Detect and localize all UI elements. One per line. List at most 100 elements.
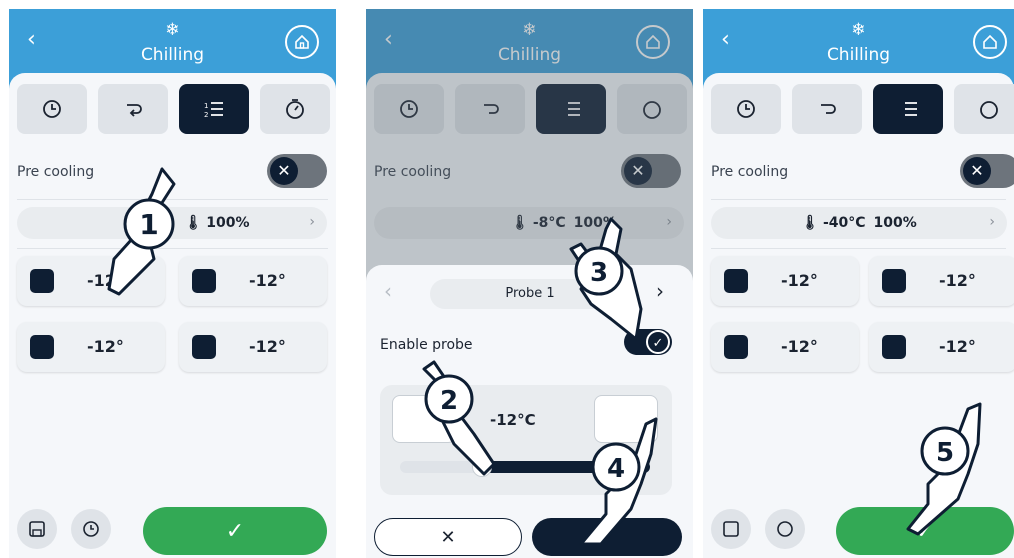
precooling-label: Pre cooling (711, 164, 789, 180)
home-button[interactable] (973, 25, 1007, 59)
fan-speed: 100% (873, 215, 917, 231)
setpoint-temp: -40°C (822, 215, 866, 231)
tab-phase[interactable] (98, 84, 168, 134)
probe-setpoint-box: -12°C (380, 385, 672, 495)
probe-3-icon (30, 335, 54, 359)
probe-value: -12° (781, 271, 818, 290)
probe-2-icon (192, 269, 216, 293)
probe-value: -12° (249, 271, 286, 290)
probe-4-icon (192, 335, 216, 359)
probe-value: -12° (939, 271, 976, 290)
home-button[interactable] (285, 25, 319, 59)
chevron-right-icon: › (989, 214, 995, 230)
content-sheet (9, 73, 336, 558)
phase-icon (127, 104, 142, 117)
save-icon (29, 521, 45, 537)
home-icon (983, 34, 997, 49)
history-button[interactable] (71, 509, 111, 549)
phase-icon (821, 104, 836, 114)
chevron-right-icon[interactable]: › (656, 279, 664, 303)
probe-value: -12° (249, 337, 286, 356)
probe-3-icon (724, 335, 748, 359)
probe-1-icon (724, 269, 748, 293)
content-sheet (703, 73, 1014, 558)
svg-text:1: 1 (204, 102, 208, 110)
probe-card-3[interactable]: -12° (17, 322, 165, 372)
thermometer-icon: 🌡 (184, 215, 203, 231)
probe-value: -12° (87, 337, 124, 356)
screen-3: ‹ ❄ Chilling Pre cooling ✕ 🌡 -40°C 100% … (703, 9, 1014, 558)
screen-1: ‹ ❄ Chilling 12 Pre cooling ✕ 🌡 100% › -… (9, 9, 336, 558)
tab-timer[interactable] (954, 84, 1014, 134)
page-title: Chilling (826, 45, 891, 65)
probe-modal: ‹ Probe 1 › Enable probe ✓ -12°C ✕ ✓ (366, 265, 693, 558)
probe-4-icon (882, 335, 906, 359)
tab-clock[interactable] (17, 84, 87, 134)
check-icon: ✓ (225, 518, 245, 544)
check-icon: ✓ (646, 330, 670, 354)
tab-list[interactable] (873, 84, 943, 134)
chevron-left-icon[interactable]: ‹ (384, 279, 392, 303)
tab-phase[interactable] (792, 84, 862, 134)
setpoint-bar[interactable]: 🌡 100% › (17, 207, 327, 239)
precooling-toggle[interactable]: ✕ (960, 154, 1014, 188)
timer-icon (286, 99, 304, 119)
list-icon (905, 102, 917, 116)
setpoint-bar[interactable]: 🌡 -40°C 100% › (711, 207, 1007, 239)
close-icon: ✕ (963, 157, 991, 185)
tab-list[interactable]: 12 (179, 84, 249, 134)
confirm-button[interactable]: ✓ (143, 507, 327, 555)
tab-clock[interactable] (711, 84, 781, 134)
probe-card-3[interactable]: -12° (711, 322, 859, 372)
clock-icon (43, 100, 61, 118)
tab-bar: 12 (17, 84, 330, 134)
list-icon: 12 (204, 102, 223, 119)
clock-icon (737, 100, 755, 118)
probe-card-4[interactable]: -12° (179, 322, 327, 372)
chevron-right-icon: › (309, 214, 315, 230)
temp-slider[interactable] (400, 457, 650, 477)
save-icon (723, 521, 739, 537)
tab-timer[interactable] (260, 84, 330, 134)
probe-temp: -12°C (490, 411, 536, 429)
cancel-button[interactable]: ✕ (374, 518, 522, 556)
save-button[interactable] (711, 509, 751, 549)
timer-icon (980, 101, 998, 119)
divider (711, 248, 1006, 249)
slider-fill (480, 461, 650, 473)
probe-value: -12° (781, 337, 818, 356)
max-input[interactable] (594, 395, 658, 443)
probe-value: -12 (87, 271, 116, 290)
thermometer-icon: 🌡 (801, 215, 819, 231)
history-icon (777, 521, 793, 537)
divider (711, 199, 1006, 200)
enable-probe-label: Enable probe (380, 337, 473, 353)
snowflake-icon: ❄ (851, 20, 866, 40)
probe-card-1[interactable]: -12° (711, 256, 859, 306)
precooling-label: Pre cooling (17, 164, 95, 180)
tab-bar (711, 84, 1014, 134)
confirm-button[interactable]: ✓ (836, 507, 1014, 555)
screen-2: ‹ ❄ Chilling Pre cooling ✕ 🌡 -8°C 100% ›… (366, 9, 693, 558)
probe-2-icon (882, 269, 906, 293)
probe-card-4[interactable]: -12° (869, 322, 1014, 372)
history-icon (83, 521, 99, 537)
divider (17, 248, 328, 249)
probe-selector[interactable]: Probe 1 (430, 279, 630, 309)
enable-probe-toggle[interactable]: ✓ (624, 329, 672, 355)
min-input[interactable] (392, 395, 456, 443)
svg-text:2: 2 (204, 111, 208, 119)
confirm-button[interactable]: ✓ (532, 518, 682, 556)
precooling-toggle[interactable]: ✕ (267, 154, 327, 188)
check-icon: ✓ (915, 518, 935, 544)
probe-1-icon (30, 269, 54, 293)
history-button[interactable] (765, 509, 805, 549)
slider-thumb[interactable] (472, 457, 492, 477)
save-button[interactable] (17, 509, 57, 549)
probe-card-2[interactable]: -12° (869, 256, 1014, 306)
probe-card-2[interactable]: -12° (179, 256, 327, 306)
fan-speed: 100% (206, 215, 250, 231)
probe-value: -12° (939, 337, 976, 356)
home-icon (295, 34, 309, 49)
probe-card-1[interactable]: -12 (17, 256, 165, 306)
